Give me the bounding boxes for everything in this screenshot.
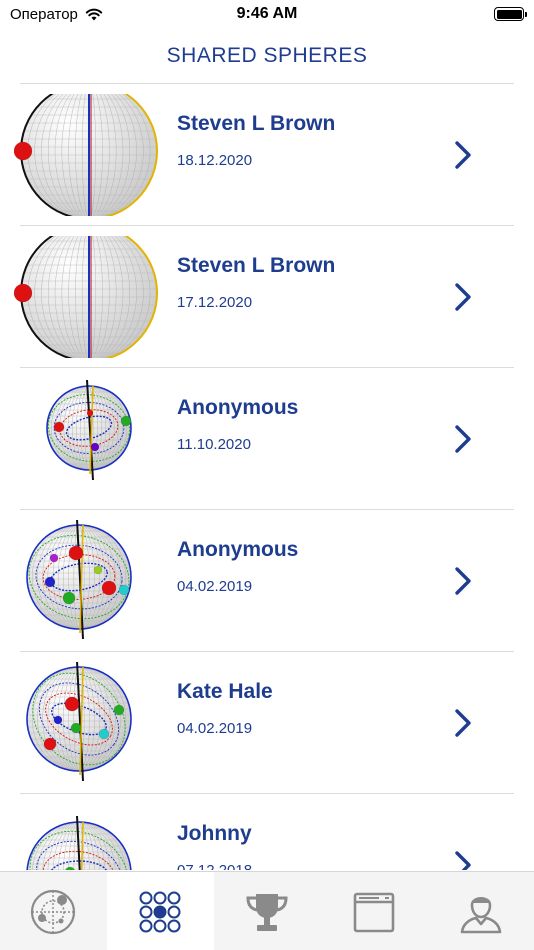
sphere-icon: [26, 520, 132, 640]
sphere-thumbnail: [14, 378, 164, 500]
page-title: SHARED SPHERES: [166, 43, 368, 67]
sphere-marker: [68, 545, 84, 561]
carrier-label: Оператор: [10, 5, 78, 23]
sphere-marker: [120, 415, 132, 427]
sphere-list-item[interactable]: Steven L Brown 17.12.2020: [0, 226, 534, 368]
sphere-marker: [70, 722, 82, 734]
sphere-icon: [14, 94, 158, 216]
sphere-thumbnail: [14, 94, 164, 216]
status-bar: Оператор 9:46 AM: [0, 0, 534, 28]
shared-spheres-list[interactable]: Steven L Brown 18.12.2020 Steven L Brown…: [0, 84, 534, 870]
tab-profile[interactable]: [427, 872, 534, 950]
sphere-owner-name: Kate Hale: [177, 680, 273, 703]
sphere-marker: [64, 696, 80, 712]
sphere-date: 17.12.2020: [177, 294, 253, 311]
sphere-thumbnail: [14, 662, 164, 784]
chevron-right-icon[interactable]: [454, 282, 472, 312]
sphere-list-item[interactable]: Steven L Brown 18.12.2020: [0, 84, 534, 226]
sphere-thumbnail: [14, 804, 164, 870]
sphere-owner-name: Steven L Brown: [177, 254, 336, 277]
sphere-marker: [14, 283, 33, 303]
sphere-date: 11.10.2020: [177, 436, 251, 453]
sphere-marker: [98, 728, 110, 740]
tab-browser[interactable]: [320, 872, 427, 950]
sphere-marker: [90, 442, 100, 452]
sphere-marker: [62, 591, 76, 605]
sphere-list-item[interactable]: Anonymous 11.10.2020: [0, 368, 534, 510]
user-icon: [460, 896, 501, 933]
nav-header: SHARED SPHERES: [0, 28, 534, 83]
sphere-marker: [86, 409, 94, 417]
sphere-marker: [44, 576, 56, 588]
sphere-marker: [113, 704, 125, 716]
sphere-marker: [43, 737, 57, 751]
trophy-icon: [246, 893, 288, 931]
sphere-marker: [93, 565, 103, 575]
sphere-marker: [53, 421, 65, 433]
sphere-icon: [26, 662, 132, 782]
sphere-marker: [101, 580, 117, 596]
sphere-radar-icon: [31, 889, 76, 934]
sphere-owner-name: Anonymous: [177, 538, 299, 561]
window-icon: [353, 892, 395, 932]
wifi-icon: [85, 8, 103, 21]
sphere-owner-name: Johnny: [177, 822, 252, 845]
sphere-owner-name: Anonymous: [177, 396, 299, 419]
sphere-icon: [46, 379, 132, 481]
sphere-date: 07.12.2018: [177, 862, 252, 870]
sphere-marker: [49, 553, 59, 563]
tab-shared-spheres[interactable]: [106, 872, 214, 950]
sphere-marker: [53, 715, 63, 725]
sphere-list-item[interactable]: Kate Hale 04.02.2019: [0, 652, 534, 794]
dots-grid-icon: [139, 891, 181, 932]
sphere-date: 18.12.2020: [177, 152, 253, 169]
sphere-marker: [14, 141, 33, 161]
sphere-date: 04.02.2019: [177, 578, 253, 595]
sphere-owner-name: Steven L Brown: [177, 112, 336, 135]
sphere-thumbnail: [14, 236, 164, 358]
sphere-list-item[interactable]: Anonymous 04.02.2019: [0, 510, 534, 652]
tab-achievements[interactable]: [214, 872, 321, 950]
sphere-thumbnail: [14, 520, 164, 642]
chevron-right-icon[interactable]: [454, 708, 472, 738]
battery-level: [496, 9, 522, 19]
tab-my-sphere[interactable]: [0, 872, 107, 950]
sphere-date: 04.02.2019: [177, 720, 253, 737]
sphere-icon: [26, 815, 132, 870]
battery-icon: [494, 7, 527, 21]
tab-bar: [0, 871, 534, 950]
chevron-right-icon[interactable]: [454, 140, 472, 170]
sphere-marker: [118, 584, 130, 596]
chevron-right-icon[interactable]: [454, 850, 472, 870]
sphere-icon: [14, 236, 158, 358]
chevron-right-icon[interactable]: [454, 424, 472, 454]
chevron-right-icon[interactable]: [454, 566, 472, 596]
sphere-list-item[interactable]: Johnny 07.12.2018: [0, 794, 534, 870]
